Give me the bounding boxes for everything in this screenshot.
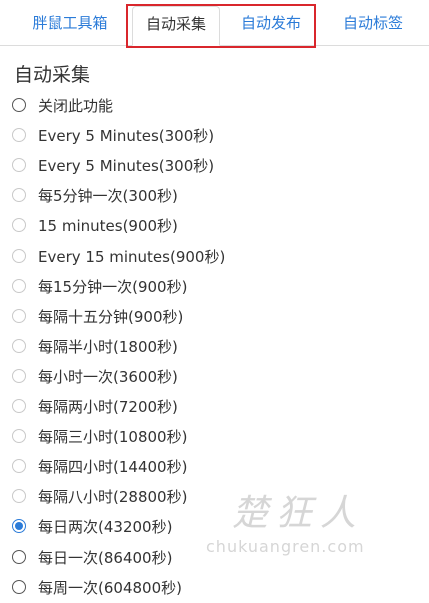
radio-option-label[interactable]: 每隔十五分钟(900秒) — [38, 306, 183, 327]
radio-option[interactable]: 15 minutes(900秒) — [12, 214, 178, 236]
radio-option-label[interactable]: Every 5 Minutes(300秒) — [38, 125, 214, 146]
radio-option-label[interactable]: 每日两次(43200秒) — [38, 516, 172, 537]
radio-button[interactable] — [12, 279, 26, 293]
radio-option-label[interactable]: 每15分钟一次(900秒) — [38, 276, 187, 297]
radio-option[interactable]: Every 15 minutes(900秒) — [12, 245, 225, 267]
radio-option-label[interactable]: 每5分钟一次(300秒) — [38, 185, 178, 206]
radio-option-label[interactable]: 每小时一次(3600秒) — [38, 366, 178, 387]
radio-option[interactable]: 每隔四小时(14400秒) — [12, 455, 187, 477]
radio-option-label[interactable]: 每隔四小时(14400秒) — [38, 456, 187, 477]
radio-button[interactable] — [12, 489, 26, 503]
radio-option[interactable]: 每隔半小时(1800秒) — [12, 335, 178, 357]
radio-option[interactable]: Every 5 Minutes(300秒) — [12, 154, 214, 176]
radio-button[interactable] — [12, 128, 26, 142]
radio-option[interactable]: 每15分钟一次(900秒) — [12, 275, 187, 297]
radio-option-label[interactable]: Every 15 minutes(900秒) — [38, 246, 225, 267]
radio-button[interactable] — [12, 218, 26, 232]
watermark-text: chukuangren.com — [206, 537, 365, 556]
radio-option[interactable]: Every 5 Minutes(300秒) — [12, 124, 214, 146]
radio-option[interactable]: 每隔十五分钟(900秒) — [12, 305, 183, 327]
radio-option-label[interactable]: 每隔两小时(7200秒) — [38, 396, 178, 417]
radio-option-label[interactable]: 15 minutes(900秒) — [38, 215, 178, 236]
radio-button[interactable] — [12, 459, 26, 473]
radio-option[interactable]: 每小时一次(3600秒) — [12, 365, 178, 387]
radio-option-label[interactable]: Every 5 Minutes(300秒) — [38, 155, 214, 176]
tab-bar: 胖鼠工具箱 自动采集 自动发布 自动标签 — [0, 0, 429, 46]
tab-auto-tag[interactable]: 自动标签 — [330, 8, 416, 38]
radio-button[interactable] — [12, 249, 26, 263]
radio-button[interactable] — [12, 158, 26, 172]
radio-option[interactable]: 关闭此功能 — [12, 94, 113, 116]
tab-auto-collect[interactable]: 自动采集 — [132, 6, 220, 46]
radio-option[interactable]: 每周一次(604800秒) — [12, 576, 182, 598]
radio-option[interactable]: 每日一次(86400秒) — [12, 546, 172, 568]
watermark-logo: 楚狂人 — [232, 493, 365, 534]
radio-button-checked[interactable] — [12, 519, 26, 533]
radio-option[interactable]: 每隔三小时(10800秒) — [12, 425, 187, 447]
radio-button[interactable] — [12, 98, 26, 112]
radio-option-label[interactable]: 每隔八小时(28800秒) — [38, 486, 187, 507]
radio-button[interactable] — [12, 399, 26, 413]
section-title: 自动采集 — [14, 64, 91, 86]
radio-option-label[interactable]: 每隔三小时(10800秒) — [38, 426, 187, 447]
radio-option[interactable]: 每日两次(43200秒) — [12, 515, 172, 537]
radio-option[interactable]: 每隔八小时(28800秒) — [12, 485, 187, 507]
radio-option-label[interactable]: 每日一次(86400秒) — [38, 547, 172, 568]
tab-toolbox[interactable]: 胖鼠工具箱 — [22, 8, 118, 38]
radio-option-label[interactable]: 每周一次(604800秒) — [38, 577, 182, 598]
radio-option[interactable]: 每5分钟一次(300秒) — [12, 184, 178, 206]
radio-button[interactable] — [12, 309, 26, 323]
radio-button[interactable] — [12, 429, 26, 443]
radio-option[interactable]: 每隔两小时(7200秒) — [12, 395, 178, 417]
radio-button[interactable] — [12, 580, 26, 594]
radio-option-label[interactable]: 每隔半小时(1800秒) — [38, 336, 178, 357]
radio-button[interactable] — [12, 369, 26, 383]
radio-button[interactable] — [12, 339, 26, 353]
tab-auto-publish[interactable]: 自动发布 — [226, 8, 316, 38]
radio-button[interactable] — [12, 550, 26, 564]
radio-button[interactable] — [12, 188, 26, 202]
radio-option-label[interactable]: 关闭此功能 — [38, 95, 113, 116]
